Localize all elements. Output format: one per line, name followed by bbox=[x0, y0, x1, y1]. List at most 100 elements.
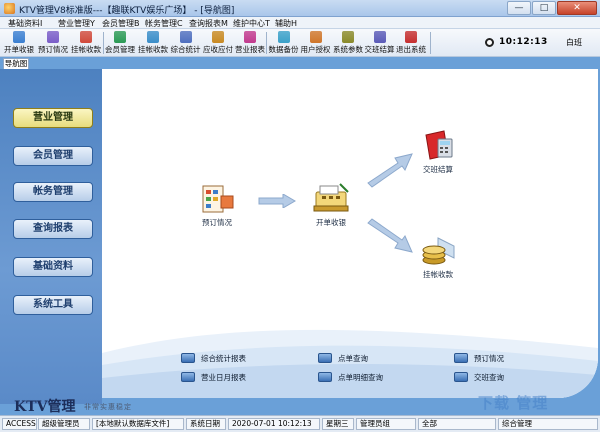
flow-booking[interactable]: 预订情况 bbox=[194, 184, 240, 228]
query-link-icon bbox=[318, 372, 332, 382]
settings-icon bbox=[342, 31, 354, 43]
title-bar: KTV管理V8标准版---【趣联KTV娱乐广场】 - [导航图] — □ ✕ bbox=[0, 0, 600, 17]
member-icon bbox=[114, 31, 126, 43]
status-cell-8: 综合管理 bbox=[498, 418, 598, 430]
toolbar-button-6[interactable]: 应收应付 bbox=[203, 30, 233, 56]
user-auth-icon bbox=[309, 31, 322, 43]
sidebar-item-3[interactable]: 查询报表 bbox=[13, 219, 93, 239]
booking-icon bbox=[202, 185, 234, 213]
toolbar-button-label: 退出系统 bbox=[396, 45, 426, 54]
sidebar-item-4[interactable]: 基础资料 bbox=[13, 257, 93, 277]
clock-icon bbox=[485, 38, 494, 47]
menu-basic-data[interactable]: 基础资料I bbox=[8, 18, 42, 29]
toolbar-button-label: 系统参数 bbox=[333, 45, 363, 54]
maximize-button[interactable]: □ bbox=[532, 1, 556, 15]
minimize-button[interactable]: — bbox=[507, 1, 531, 15]
flow-handover-label: 交班结算 bbox=[423, 165, 453, 174]
menu-reports[interactable]: 查询报表M bbox=[189, 18, 228, 29]
clock: 10:12:13 bbox=[485, 36, 555, 50]
flow-credit-label: 挂帐收款 bbox=[423, 270, 453, 279]
sidebar-item-2[interactable]: 帐务管理 bbox=[13, 182, 93, 202]
cash-register-icon bbox=[13, 31, 25, 43]
menu-member[interactable]: 会员管理B bbox=[102, 18, 140, 29]
toolbar-button-5[interactable]: 综合统计 bbox=[170, 30, 201, 56]
decorative-wave bbox=[102, 329, 598, 398]
toolbar-separator bbox=[430, 32, 431, 54]
toolbar-button-label: 预订情况 bbox=[38, 45, 68, 54]
flow-booking-label: 预订情况 bbox=[202, 218, 232, 227]
menu-accounts[interactable]: 帐务管理C bbox=[145, 18, 183, 29]
query-link-icon bbox=[318, 353, 332, 363]
booking-icon bbox=[47, 31, 59, 43]
report-link-icon bbox=[181, 353, 195, 363]
toolbar-button-label: 营业报表 bbox=[235, 45, 265, 54]
status-cell-1: 超级管理员 bbox=[38, 418, 90, 430]
toolbar-button-label: 数据备份 bbox=[268, 45, 299, 54]
backup-icon bbox=[277, 31, 290, 43]
menu-business[interactable]: 营业管理Y bbox=[58, 18, 95, 29]
watermark: 下载 管理 bbox=[478, 394, 549, 412]
toolbar-button-2[interactable]: 挂帐收款 bbox=[70, 30, 102, 56]
window-controls: — □ ✕ bbox=[507, 1, 597, 15]
clock-time: 10:12:13 bbox=[499, 37, 548, 47]
status-cell-0: ACCESS bbox=[2, 418, 37, 430]
menu-maintenance[interactable]: 维护中心T bbox=[233, 18, 270, 29]
flow-credit[interactable]: 挂帐收款 bbox=[416, 234, 460, 280]
toolbar-button-1[interactable]: 预订情况 bbox=[38, 30, 68, 56]
toolbar-button-label: 交班结算 bbox=[364, 45, 395, 54]
menu-help[interactable]: 辅助H bbox=[275, 18, 297, 29]
status-cell-5: 星期三 bbox=[322, 418, 354, 430]
toolbar-button-label: 会员管理 bbox=[105, 45, 135, 54]
status-cell-7: 全部 bbox=[418, 418, 496, 430]
coins-icon bbox=[422, 237, 455, 265]
shift-label: 白班 bbox=[566, 38, 582, 47]
status-cell-3: 系统日期 bbox=[186, 418, 226, 430]
toolbar-button-11[interactable]: 交班结算 bbox=[364, 30, 395, 56]
handover-link-icon bbox=[454, 372, 468, 382]
brand-name: KTV管理 bbox=[14, 399, 76, 415]
toolbar-button-0[interactable]: 开单收银 bbox=[3, 30, 35, 56]
exit-icon bbox=[405, 31, 417, 43]
flow-handover[interactable]: 交班结算 bbox=[416, 129, 460, 175]
sidebar: 营业管理会员管理帐务管理查询报表基础资料系统工具 bbox=[0, 69, 102, 404]
window-title: KTV管理V8标准版---【趣联KTV娱乐广场】 - [导航图] bbox=[19, 6, 235, 16]
arrow-down-right-icon bbox=[367, 218, 413, 253]
cash-register-icon bbox=[313, 183, 349, 212]
status-cell-4: 2020-07-01 10:12:13 bbox=[228, 418, 320, 430]
toolbar-button-4[interactable]: 挂帐收款 bbox=[137, 30, 169, 56]
status-bar: ACCESS 超级管理员 [本地默认数据库文件] 系统日期 2020-07-01 10:… bbox=[0, 415, 600, 432]
toolbar-separator bbox=[266, 32, 267, 54]
handover-icon bbox=[373, 31, 386, 43]
flow-cashier[interactable]: 开单收银 bbox=[307, 182, 355, 228]
toolbar-button-label: 应收应付 bbox=[203, 45, 233, 54]
toolbar-separator bbox=[103, 32, 104, 54]
toolbar-button-12[interactable]: 退出系统 bbox=[396, 30, 426, 56]
arrow-up-right-icon bbox=[367, 153, 413, 188]
toolbar-button-label: 挂帐收款 bbox=[138, 45, 168, 54]
navigation-panel: 预订情况 开单收银 交班结算 挂帐收款 综合统计报表 点单查询 预订情况 营业日… bbox=[102, 69, 598, 398]
receivable-icon bbox=[212, 31, 224, 43]
toolbar-button-label: 挂帐收款 bbox=[71, 45, 101, 54]
status-cell-2: [本地默认数据库文件] bbox=[92, 418, 184, 430]
toolbar-button-10[interactable]: 系统参数 bbox=[333, 30, 363, 56]
report-icon bbox=[244, 31, 256, 43]
flow-cashier-label: 开单收银 bbox=[316, 218, 346, 227]
credit-icon bbox=[80, 31, 92, 43]
toolbar-button-label: 综合统计 bbox=[170, 45, 201, 54]
booking-link-icon bbox=[454, 353, 468, 363]
toolbar-button-8[interactable]: 数据备份 bbox=[268, 30, 299, 56]
sidebar-item-1[interactable]: 会员管理 bbox=[13, 146, 93, 166]
close-button[interactable]: ✕ bbox=[557, 1, 597, 15]
credit-card-icon bbox=[147, 31, 159, 43]
calculator-icon bbox=[425, 130, 453, 160]
brand-tagline: 非常实惠稳定 bbox=[84, 403, 132, 411]
toolbar-button-9[interactable]: 用户授权 bbox=[300, 30, 331, 56]
sidebar-item-5[interactable]: 系统工具 bbox=[13, 295, 93, 315]
toolbar-button-3[interactable]: 会员管理 bbox=[105, 30, 135, 56]
tab-navigation-map[interactable]: 导航图 bbox=[3, 58, 29, 69]
status-cell-6: 管理员组 bbox=[356, 418, 416, 430]
arrow-right-icon bbox=[258, 194, 296, 208]
report-link-icon bbox=[181, 372, 195, 382]
sidebar-item-0[interactable]: 营业管理 bbox=[13, 108, 93, 128]
toolbar-button-7[interactable]: 营业报表 bbox=[234, 30, 266, 56]
